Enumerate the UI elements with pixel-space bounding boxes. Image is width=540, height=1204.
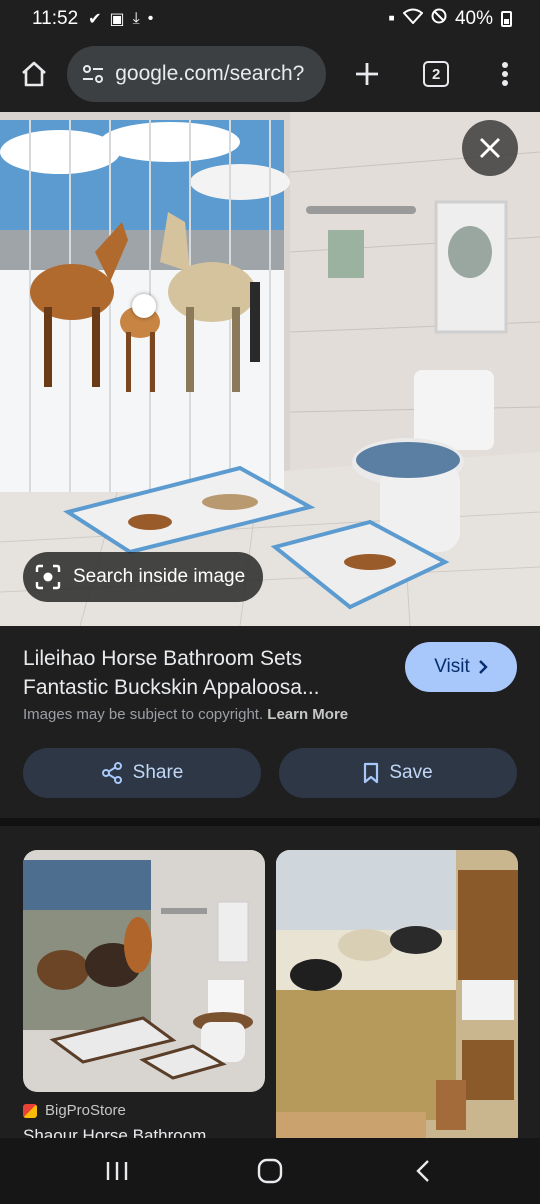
do-not-disturb-icon <box>431 8 447 30</box>
copyright-text: Images may be subject to copyright. <box>23 706 264 723</box>
save-label: Save <box>389 762 433 783</box>
related-card-title[interactable]: Shaour Horse Bathroom <box>23 1126 206 1138</box>
save-button[interactable]: Save <box>279 748 517 798</box>
check-icon: ✔ <box>88 11 102 28</box>
battery-level: 40% <box>454 8 493 29</box>
home-circle-icon <box>257 1158 283 1184</box>
menu-button[interactable] <box>471 38 540 110</box>
search-inside-label: Search inside image <box>73 566 246 587</box>
bathroom-horse-image <box>0 112 540 626</box>
related-image-thumbnail <box>276 850 518 1138</box>
image-icon: ▣ <box>109 11 125 28</box>
status-time: 11:52 <box>32 8 79 29</box>
preview-image[interactable]: Search inside image <box>0 112 540 626</box>
related-results: BigProStore Shaour Horse Bathroom <box>0 826 540 1138</box>
home-nav-button[interactable] <box>240 1146 300 1196</box>
section-divider <box>0 818 540 826</box>
result-title[interactable]: Lileihao Horse Bathroom Sets Fantastic B… <box>23 644 383 702</box>
system-nav-bar <box>0 1138 540 1204</box>
related-image-card[interactable] <box>276 850 518 1138</box>
wifi-icon <box>402 8 424 30</box>
share-icon <box>101 762 122 784</box>
visit-button[interactable]: Visit <box>405 642 517 692</box>
visit-label: Visit <box>434 656 470 677</box>
close-icon <box>480 138 500 158</box>
recents-icon <box>106 1162 127 1180</box>
more-vert-icon <box>502 62 509 86</box>
dot-icon: • <box>147 10 154 27</box>
related-image-thumbnail <box>23 850 265 1092</box>
tab-count: 2 <box>423 61 450 87</box>
related-image-card[interactable] <box>23 850 265 1092</box>
browser-toolbar: google.com/search? 2 <box>0 38 540 110</box>
source-site[interactable]: BigProStore <box>23 1102 126 1119</box>
chevron-right-icon <box>478 660 488 674</box>
back-button[interactable] <box>393 1146 453 1196</box>
site-favicon-icon <box>23 1103 37 1118</box>
url-text: google.com/search? <box>115 62 305 85</box>
share-button[interactable]: Share <box>23 748 261 798</box>
source-name: BigProStore <box>45 1102 126 1119</box>
search-inside-image-button[interactable]: Search inside image <box>23 552 264 602</box>
home-button[interactable] <box>0 38 67 110</box>
bookmark-icon <box>364 762 379 784</box>
site-settings-icon[interactable] <box>81 62 105 86</box>
tab-switcher-button[interactable]: 2 <box>402 38 471 110</box>
result-info-panel: Lileihao Horse Bathroom Sets Fantastic B… <box>0 626 540 818</box>
close-preview-button[interactable] <box>462 120 518 176</box>
share-label: Share <box>132 762 184 783</box>
new-tab-button[interactable] <box>332 38 401 110</box>
lock-icon: ▪ <box>388 8 395 29</box>
battery-icon <box>501 11 512 27</box>
home-icon <box>21 61 46 87</box>
address-bar[interactable]: google.com/search? <box>67 46 327 102</box>
download-icon: ⤓ <box>132 10 140 27</box>
object-marker[interactable] <box>132 294 156 318</box>
copyright-notice: Images may be subject to copyright. Lear… <box>23 706 348 723</box>
lens-icon <box>35 564 61 590</box>
status-bar: 11:52 ✔ ▣ ⤓ • ▪ 40% <box>0 0 540 38</box>
plus-icon <box>355 63 378 85</box>
recents-button[interactable] <box>87 1146 147 1196</box>
back-icon <box>416 1160 430 1182</box>
learn-more-link[interactable]: Learn More <box>267 706 348 723</box>
